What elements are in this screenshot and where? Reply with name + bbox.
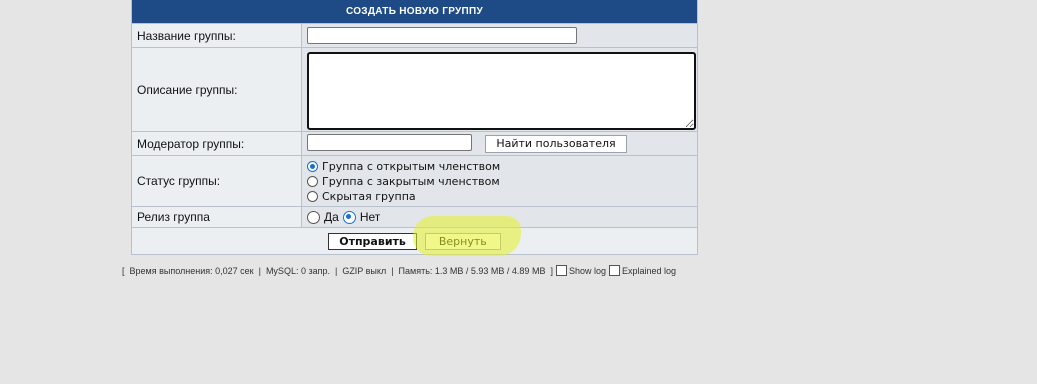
status-closed-radio[interactable] <box>307 175 318 187</box>
release-options: Да Нет <box>307 210 697 225</box>
gzip-status: GZIP выкл <box>342 265 387 276</box>
panel-title: СОЗДАТЬ НОВУЮ ГРУППУ <box>132 0 697 23</box>
group-description-textarea[interactable] <box>307 51 696 130</box>
submit-button[interactable]: Отправить <box>328 232 417 250</box>
status-option-open[interactable]: Группа с открытым членством <box>307 159 697 174</box>
explained-log-checkbox[interactable] <box>609 265 620 276</box>
status-open-radio[interactable] <box>307 160 318 172</box>
find-user-button[interactable]: Найти пользователя <box>485 134 627 153</box>
status-hidden-radio[interactable] <box>307 190 318 202</box>
group-name-label: Название группы: <box>132 23 302 48</box>
footer-open-bracket: [ <box>122 265 125 276</box>
status-hidden-label: Скрытая группа <box>322 189 416 203</box>
group-moderator-input[interactable] <box>307 134 472 152</box>
debug-footer: [ Время выполнения: 0,027 сек | MySQL: 0… <box>122 265 677 276</box>
release-no-radio[interactable] <box>342 210 356 224</box>
create-group-panel: СОЗДАТЬ НОВУЮ ГРУППУ Название группы: Оп… <box>131 0 698 255</box>
mysql-queries: MySQL: 0 запр. <box>265 265 330 276</box>
group-status-label: Статус группы: <box>132 155 302 207</box>
status-closed-label: Группа с закрытым членством <box>322 174 500 188</box>
release-group-label: Релиз группа <box>132 206 302 228</box>
show-log-label: Show log <box>568 265 606 276</box>
create-group-form: Название группы: Описание группы: Модера… <box>132 23 697 254</box>
release-yes-label: Да <box>324 210 339 224</box>
footer-close-bracket: ] <box>550 265 553 276</box>
status-open-label: Группа с открытым членством <box>322 159 501 173</box>
form-actions: Отправить Вернуть <box>132 227 697 254</box>
release-yes-radio[interactable] <box>307 210 320 224</box>
group-moderator-label: Модератор группы: <box>132 131 302 156</box>
status-option-hidden[interactable]: Скрытая группа <box>307 189 697 204</box>
explained-log-label: Explained log <box>622 265 677 276</box>
memory-usage: Память: 1.3 MB / 5.93 MB / 4.89 MB <box>398 265 546 276</box>
release-no-label: Нет <box>359 210 381 224</box>
back-button[interactable]: Вернуть <box>424 232 501 250</box>
group-description-label: Описание группы: <box>132 47 302 132</box>
show-log-checkbox[interactable] <box>555 265 567 276</box>
group-name-input[interactable] <box>307 27 577 44</box>
status-option-closed[interactable]: Группа с закрытым членством <box>307 174 697 189</box>
exec-time: Время выполнения: 0,027 сек <box>129 265 254 276</box>
